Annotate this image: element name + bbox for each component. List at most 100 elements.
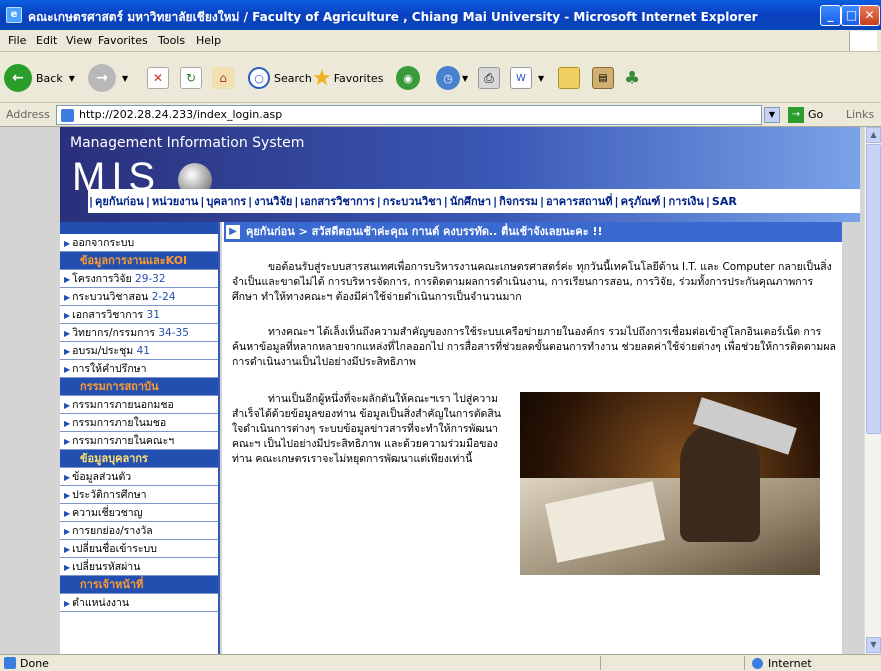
history-button[interactable]: ◷ ▼ xyxy=(436,61,468,95)
nav-item[interactable]: การเงิน xyxy=(667,192,704,210)
page-icon xyxy=(4,657,16,669)
scroll-down-icon[interactable]: ▼ xyxy=(866,637,881,653)
back-button[interactable]: ← Back ▼ xyxy=(4,61,75,95)
folder-icon xyxy=(558,67,580,89)
windows-logo-icon xyxy=(849,31,877,51)
arrow-icon: ▶ xyxy=(64,563,71,572)
system-title: Management Information System xyxy=(70,135,305,151)
sidebar-item[interactable]: ▶ ประวัติการศึกษา xyxy=(60,486,218,504)
arrow-icon: ▶ xyxy=(64,365,71,374)
sidebar-item[interactable]: ▶ กระบวนวิชาสอน 2-24 xyxy=(60,288,218,306)
close-button[interactable]: ✕ xyxy=(859,5,880,26)
sidebar-item[interactable]: ▶ กรรมการภายนอกมชอ xyxy=(60,396,218,414)
arrow-icon: ▶ xyxy=(64,401,71,410)
messenger-icon: ♣ xyxy=(624,67,641,89)
sidebar-section-title: ข้อมูลการงานและKOI xyxy=(60,252,218,270)
address-input[interactable]: http://202.28.24.233/index_login.asp xyxy=(56,105,762,125)
arrow-icon: ▶ xyxy=(64,509,71,518)
sidebar-item[interactable]: ▶ เอกสารวิชาการ 31 xyxy=(60,306,218,324)
sidebar-item[interactable]: ▶ อบรม/ประชุม 41 xyxy=(60,342,218,360)
forward-button[interactable]: → ▼ xyxy=(88,61,128,95)
edit-button[interactable]: W ▼ xyxy=(510,61,544,95)
nav-item[interactable]: บุคลากร xyxy=(205,192,247,210)
nav-item[interactable]: หน่วยงาน xyxy=(151,192,199,210)
address-dropdown[interactable]: ▼ xyxy=(764,107,780,123)
menu-bar: File Edit View Favorites Tools Help xyxy=(0,30,881,52)
menu-tools[interactable]: Tools xyxy=(158,34,185,47)
arrow-icon: ▶ xyxy=(64,311,71,320)
scroll-thumb[interactable] xyxy=(866,144,881,434)
sidebar-item[interactable]: ▶ การให้คำปรึกษา xyxy=(60,360,218,378)
messenger-button[interactable]: ♣ xyxy=(624,61,640,95)
home-button[interactable]: ⌂ xyxy=(212,61,234,95)
sidebar-item[interactable]: ▶ ตำแหน่งงาน xyxy=(60,594,218,612)
nav-item[interactable]: นักศึกษา xyxy=(449,192,492,210)
nav-item[interactable]: คุยกันก่อน xyxy=(94,192,145,210)
nav-item[interactable]: กิจกรรม xyxy=(498,192,539,210)
intro-paragraph: ขอต้อนรับสู่ระบบสารสนเทศเพื่อการบริหารงา… xyxy=(232,261,832,303)
arrow-icon: ▶ xyxy=(64,275,71,284)
nav-item[interactable]: อาคารสถานที่ xyxy=(545,192,614,210)
chevron-down-icon: ▼ xyxy=(122,73,129,83)
menu-view[interactable]: View xyxy=(66,34,92,47)
page-viewport: Management Information System MIS | คุยกั… xyxy=(0,127,864,654)
media-icon: ◉ xyxy=(396,66,420,90)
sidebar-item[interactable]: ▶ การยกย่อง/รางวัล xyxy=(60,522,218,540)
menu-favorites[interactable]: Favorites xyxy=(98,34,148,47)
nav-item[interactable]: กระบวนวิชา xyxy=(382,192,443,210)
go-button[interactable]: Go xyxy=(808,108,823,121)
go-arrow-icon[interactable]: → xyxy=(788,107,804,123)
arrow-icon: ▶ xyxy=(64,545,71,554)
refresh-icon: ↻ xyxy=(180,67,202,89)
nav-item[interactable]: ครุภัณฑ์ xyxy=(620,192,662,210)
closing-paragraph: ท่านเป็นอีกผู้หนึ่งที่จะผลักดันให้คณะฯเร… xyxy=(232,393,501,465)
status-bar: Done Internet xyxy=(0,654,881,671)
sidebar-item[interactable]: ▶ เปลี่ยนชื่อเข้าระบบ xyxy=(60,540,218,558)
title-bar: e คณะเกษตรศาสตร์ มหาวิทยาลัยเชียงใหม่ / … xyxy=(0,0,881,30)
scroll-up-icon[interactable]: ▲ xyxy=(866,127,881,143)
address-bar: Address http://202.28.24.233/index_login… xyxy=(0,103,881,127)
search-button[interactable]: ○ Search xyxy=(248,61,312,95)
sidebar-section-title: ข้อมูลบุคลากร xyxy=(60,450,218,468)
arrow-icon: ▶ xyxy=(64,473,71,482)
star-icon: ★ xyxy=(312,65,332,91)
sidebar-item-logout[interactable]: ▶ ออกจากระบบ xyxy=(60,234,218,252)
nav-item[interactable]: เอกสารวิชาการ xyxy=(299,192,375,210)
network-paragraph: ทางคณะฯ ได้เล็งเห็นถึงความสำคัญของการใช้… xyxy=(232,326,836,368)
toolbar: ← Back ▼ → ▼ ✕ ↻ ⌂ ○ Search ★ Favorites … xyxy=(0,53,881,103)
site-header: Management Information System MIS | คุยกั… xyxy=(60,127,860,222)
discuss-button[interactable] xyxy=(558,61,580,95)
status-text: Done xyxy=(20,657,49,670)
vertical-scrollbar[interactable]: ▲ ▼ xyxy=(864,127,881,654)
sidebar-item[interactable]: ▶ ข้อมูลส่วนตัว xyxy=(60,468,218,486)
minimize-button[interactable]: _ xyxy=(820,5,841,26)
zone-text: Internet xyxy=(768,657,812,670)
window-title: คณะเกษตรศาสตร์ มหาวิทยาลัยเชียงใหม่ / Fa… xyxy=(28,10,758,24)
address-label: Address xyxy=(6,108,50,121)
favorites-button[interactable]: ★ Favorites xyxy=(312,61,383,95)
links-button[interactable]: Links xyxy=(846,108,874,121)
globe-icon xyxy=(752,658,763,669)
menu-file[interactable]: File xyxy=(8,34,26,47)
sidebar-item[interactable]: ▶ กรรมการภายในมชอ xyxy=(60,414,218,432)
sidebar-item[interactable]: ▶ วิทยากร/กรรมการ 34-35 xyxy=(60,324,218,342)
sidebar-item[interactable]: ▶ โครงการวิจัย 29-32 xyxy=(60,270,218,288)
research-button[interactable]: ▤ xyxy=(592,61,614,95)
print-button[interactable]: ⎙ xyxy=(478,61,500,95)
office-work-photo xyxy=(520,392,820,575)
sidebar-item[interactable]: ▶ ความเชี่ยวชาญ xyxy=(60,504,218,522)
menu-edit[interactable]: Edit xyxy=(36,34,57,47)
sidebar-item[interactable]: ▶ กรรมการภายในคณะฯ xyxy=(60,432,218,450)
media-button[interactable]: ◉ xyxy=(396,61,420,95)
sidebar-item[interactable]: ▶ เปลี่ยนรหัสผ่าน xyxy=(60,558,218,576)
sidebar: ▶ ออกจากระบบ ข้อมูลการงานและKOI ▶ โครงการว… xyxy=(60,222,220,654)
nav-item[interactable]: SAR xyxy=(711,195,738,208)
arrow-icon: ▶ xyxy=(64,419,71,428)
menu-help[interactable]: Help xyxy=(196,34,221,47)
stop-button[interactable]: ✕ xyxy=(147,61,169,95)
search-icon: ○ xyxy=(248,67,270,89)
nav-item[interactable]: งานวิจัย xyxy=(253,192,293,210)
refresh-button[interactable]: ↻ xyxy=(180,61,202,95)
arrow-icon: ▶ xyxy=(64,293,71,302)
chevron-right-icon: ▶ xyxy=(226,225,240,239)
